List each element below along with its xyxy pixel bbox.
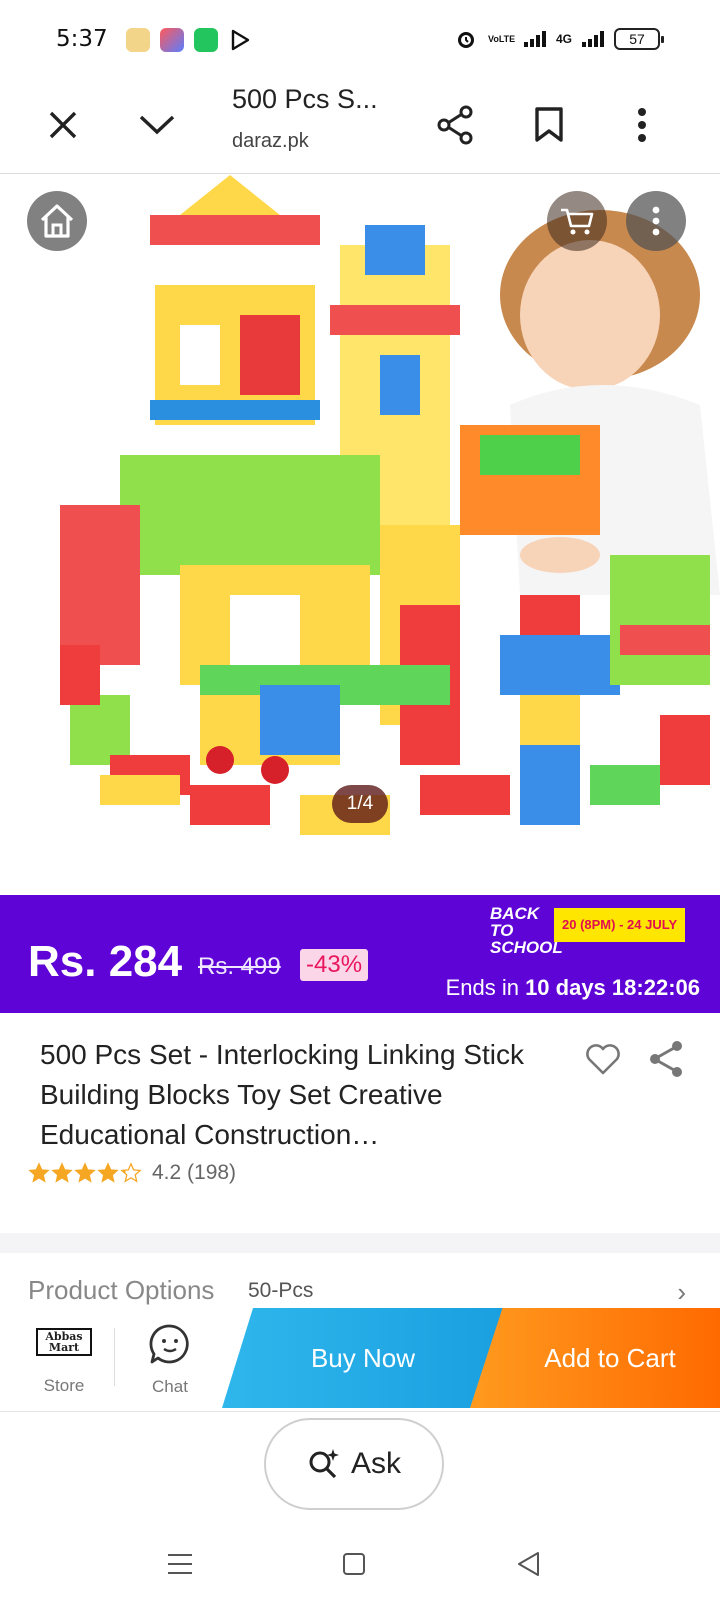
ai-search-icon — [309, 1449, 339, 1479]
browser-toolbar: 500 Pcs S... daraz.pk — [0, 80, 720, 174]
heart-icon — [586, 1044, 620, 1075]
ask-label: Ask — [350, 1447, 401, 1480]
store-logo-line-2: Mart — [48, 1341, 80, 1354]
bookmark-button[interactable] — [524, 100, 574, 150]
chat-label: Chat — [152, 1377, 188, 1396]
square-icon — [343, 1553, 365, 1575]
back-button[interactable] — [508, 1544, 548, 1584]
star-icon — [51, 1162, 73, 1183]
signal-icon-2 — [582, 31, 604, 47]
chevron-down-icon — [139, 115, 175, 135]
current-price: Rs. 284 — [28, 937, 183, 986]
action-divider — [114, 1328, 115, 1386]
store-label: Store — [43, 1376, 85, 1395]
campaign-logo: BACK TO SCHOOL — [490, 904, 563, 957]
countdown-prefix: Ends in — [445, 975, 526, 1000]
discount-badge: -43% — [300, 949, 369, 981]
app-notification-icon — [126, 28, 150, 52]
price-banner: Rs. 284 Rs. 499 -43% BACK TO SCHOOL 20 (… — [0, 895, 720, 1013]
green-app-icon — [194, 28, 218, 52]
options-label: Product Options — [28, 1275, 215, 1305]
star-icon — [120, 1162, 142, 1183]
product-title: 500 Pcs Set - Interlocking Linking Stick… — [40, 1039, 525, 1150]
buy-now-button[interactable]: Buy Now — [222, 1308, 504, 1408]
countdown-days: 10 days — [525, 975, 606, 1000]
product-options-row[interactable]: Product Options 50-Pcs › — [0, 1253, 720, 1313]
campaign-dates: 20 (8PM) - 24 JULY — [554, 908, 686, 942]
photos-app-icon — [160, 28, 184, 52]
notification-icons — [126, 28, 252, 52]
section-divider — [0, 1233, 720, 1253]
chat-icon — [149, 1324, 189, 1364]
ask-button[interactable]: Ask — [264, 1418, 444, 1510]
countdown: Ends in 10 days 18:22:06 — [446, 975, 700, 1001]
star-icon — [97, 1162, 119, 1183]
home-button[interactable] — [27, 191, 87, 251]
back-triangle-icon — [518, 1552, 539, 1576]
more-vertical-icon — [652, 206, 660, 236]
status-right: VoLTE 4G 57 — [454, 27, 664, 51]
share-icon — [650, 1041, 682, 1077]
product-share-button[interactable] — [646, 1039, 686, 1079]
battery-icon: 57 — [614, 28, 664, 50]
rating-stars — [28, 1162, 142, 1184]
star-icon — [74, 1162, 96, 1183]
recents-button[interactable] — [160, 1544, 200, 1584]
volte-indicator: VoLTE — [487, 33, 516, 44]
share-icon — [437, 105, 473, 145]
close-icon — [49, 111, 77, 139]
status-time: 5:37 — [56, 26, 108, 52]
page-title: 500 Pcs S... — [232, 84, 378, 114]
product-info: 500 Pcs Set - Interlocking Linking Stick… — [0, 1013, 720, 1233]
more-options-button[interactable] — [617, 100, 667, 150]
network-type: 4G — [555, 32, 572, 46]
signal-icon — [523, 31, 546, 47]
play-store-icon — [228, 28, 252, 52]
countdown-time: 18:22:06 — [611, 975, 700, 1000]
chat-button[interactable]: Chat — [128, 1322, 212, 1397]
store-button[interactable]: Abbas Mart Store — [22, 1322, 106, 1396]
image-counter: 1/4 — [332, 785, 388, 823]
more-vertical-icon — [638, 108, 646, 142]
bottom-action-bar: Abbas Mart Store Chat Buy Now Add to Car… — [0, 1308, 720, 1412]
home-icon — [40, 204, 74, 238]
status-bar: 5:37 VoLTE 4G 57 — [0, 0, 720, 80]
product-image-gallery[interactable]: 1/4 — [0, 175, 720, 895]
alarm-icon — [457, 32, 474, 48]
collapse-button[interactable] — [132, 100, 182, 150]
chevron-right-icon: › — [677, 1277, 686, 1307]
page-domain: daraz.pk — [232, 130, 309, 152]
gallery-more-button[interactable] — [626, 191, 686, 251]
campaign-line-2: SCHOOL — [490, 938, 563, 957]
home-nav-button[interactable] — [334, 1544, 374, 1584]
product-rating[interactable]: 4.2 (198) — [28, 1161, 236, 1185]
bookmark-icon — [535, 107, 563, 142]
share-button[interactable] — [430, 100, 480, 150]
menu-icon — [168, 1554, 192, 1574]
cart-icon — [561, 208, 594, 235]
options-value: 50-Pcs — [248, 1279, 314, 1302]
star-icon — [28, 1162, 50, 1183]
battery-level: 57 — [629, 31, 645, 47]
system-navigation-bar — [0, 1530, 720, 1604]
store-logo: Abbas Mart — [36, 1328, 92, 1356]
rating-text: 4.2 (198) — [152, 1161, 237, 1184]
original-price: Rs. 499 — [198, 953, 281, 980]
add-to-cart-button[interactable]: Add to Cart — [470, 1308, 720, 1408]
close-button[interactable] — [38, 100, 88, 150]
wishlist-button[interactable] — [583, 1039, 623, 1079]
campaign-line-1: BACK TO — [490, 904, 540, 940]
cart-shortcut-button[interactable] — [547, 191, 607, 251]
